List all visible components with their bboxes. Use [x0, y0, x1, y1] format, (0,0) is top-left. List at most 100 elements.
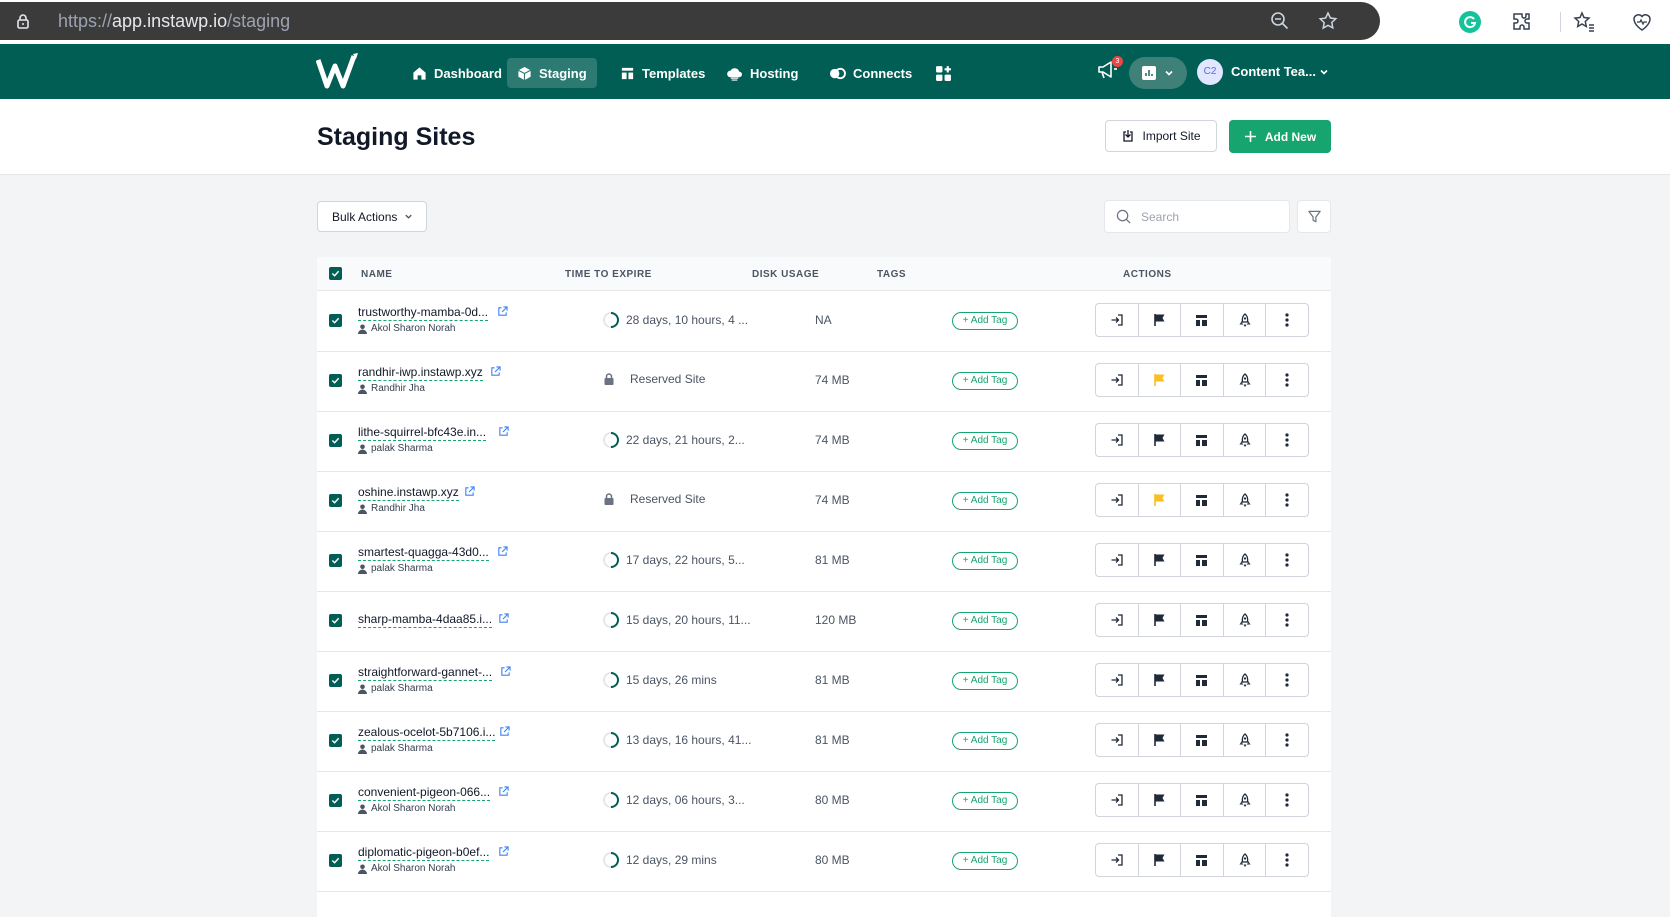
dashboard-button[interactable] [1181, 484, 1224, 516]
site-name-link[interactable]: smartest-quagga-43d0... [358, 545, 489, 561]
go-live-button[interactable] [1224, 364, 1267, 396]
flag-button[interactable] [1139, 304, 1182, 336]
more-options-button[interactable] [1266, 424, 1308, 456]
row-checkbox[interactable] [329, 554, 342, 567]
grammarly-icon[interactable] [1458, 10, 1482, 34]
stats-dropdown-button[interactable] [1129, 57, 1187, 89]
nav-apps-grid[interactable] [925, 58, 969, 88]
more-options-button[interactable] [1266, 364, 1308, 396]
site-name-link[interactable]: straightforward-gannet-... [358, 665, 493, 681]
external-link-icon[interactable] [498, 786, 509, 797]
external-link-icon[interactable] [500, 666, 511, 677]
login-button[interactable] [1096, 724, 1139, 756]
external-link-icon[interactable] [498, 426, 509, 437]
more-options-button[interactable] [1266, 724, 1308, 756]
login-button[interactable] [1096, 484, 1139, 516]
flag-button[interactable] [1139, 724, 1182, 756]
row-checkbox[interactable] [329, 854, 342, 867]
flag-button[interactable] [1139, 844, 1182, 876]
external-link-icon[interactable] [464, 486, 475, 497]
column-time-to-expire[interactable]: TIME TO EXPIRE [565, 269, 652, 280]
flag-button[interactable] [1139, 604, 1182, 636]
more-options-button[interactable] [1266, 844, 1308, 876]
login-button[interactable] [1096, 364, 1139, 396]
dashboard-button[interactable] [1181, 844, 1224, 876]
row-checkbox[interactable] [329, 794, 342, 807]
address-bar[interactable]: https://app.instawp.io/staging [0, 2, 1380, 40]
add-tag-button[interactable]: + Add Tag [952, 612, 1018, 630]
bookmark-star-icon[interactable] [1318, 11, 1338, 31]
add-tag-button[interactable]: + Add Tag [952, 312, 1018, 330]
column-disk-usage[interactable]: DISK USAGE [752, 269, 819, 280]
row-checkbox[interactable] [329, 314, 342, 327]
more-options-button[interactable] [1266, 664, 1308, 696]
nav-hosting[interactable]: Hosting [716, 58, 808, 88]
login-button[interactable] [1096, 304, 1139, 336]
row-checkbox[interactable] [329, 614, 342, 627]
row-checkbox[interactable] [329, 674, 342, 687]
user-menu-chevron-icon[interactable] [1318, 66, 1330, 78]
add-new-button[interactable]: Add New [1229, 120, 1331, 153]
site-name-link[interactable]: trustworthy-mamba-0d... [358, 305, 489, 321]
nav-connects[interactable]: Connects [819, 58, 922, 88]
login-button[interactable] [1096, 604, 1139, 636]
flag-button[interactable] [1139, 544, 1182, 576]
external-link-icon[interactable] [498, 613, 509, 624]
dashboard-button[interactable] [1181, 724, 1224, 756]
flag-button[interactable] [1139, 484, 1182, 516]
site-name-link[interactable]: oshine.instawp.xyz [358, 485, 459, 501]
go-live-button[interactable] [1224, 484, 1267, 516]
flag-button[interactable] [1139, 424, 1182, 456]
bulk-actions-dropdown[interactable]: Bulk Actions [317, 201, 427, 232]
add-tag-button[interactable]: + Add Tag [952, 552, 1018, 570]
favorites-icon[interactable] [1572, 10, 1596, 34]
search-input[interactable] [1139, 208, 1273, 225]
row-checkbox[interactable] [329, 434, 342, 447]
dashboard-button[interactable] [1181, 424, 1224, 456]
go-live-button[interactable] [1224, 784, 1267, 816]
row-checkbox[interactable] [329, 734, 342, 747]
login-button[interactable] [1096, 664, 1139, 696]
site-name-link[interactable]: convenient-pigeon-066... [358, 785, 491, 801]
nav-templates[interactable]: Templates [610, 58, 715, 88]
add-tag-button[interactable]: + Add Tag [952, 732, 1018, 750]
filter-button[interactable] [1297, 200, 1331, 233]
site-name-link[interactable]: lithe-squirrel-bfc43e.in... [358, 425, 487, 441]
go-live-button[interactable] [1224, 304, 1267, 336]
nav-dashboard[interactable]: Dashboard [402, 58, 512, 88]
external-link-icon[interactable] [490, 366, 501, 377]
flag-button[interactable] [1139, 784, 1182, 816]
add-tag-button[interactable]: + Add Tag [952, 372, 1018, 390]
user-avatar[interactable]: C2 [1197, 59, 1223, 85]
login-button[interactable] [1096, 844, 1139, 876]
go-live-button[interactable] [1224, 544, 1267, 576]
go-live-button[interactable] [1224, 604, 1267, 636]
external-link-icon[interactable] [497, 546, 508, 557]
go-live-button[interactable] [1224, 424, 1267, 456]
zoom-icon[interactable] [1270, 11, 1290, 31]
more-options-button[interactable] [1266, 784, 1308, 816]
login-button[interactable] [1096, 544, 1139, 576]
more-options-button[interactable] [1266, 484, 1308, 516]
select-all-checkbox[interactable] [329, 267, 342, 280]
extensions-icon[interactable] [1510, 10, 1534, 34]
site-name-link[interactable]: randhir-iwp.instawp.xyz [358, 365, 483, 381]
login-button[interactable] [1096, 784, 1139, 816]
dashboard-button[interactable] [1181, 364, 1224, 396]
dashboard-button[interactable] [1181, 604, 1224, 636]
add-tag-button[interactable]: + Add Tag [952, 852, 1018, 870]
flag-button[interactable] [1139, 364, 1182, 396]
login-button[interactable] [1096, 424, 1139, 456]
site-name-link[interactable]: zealous-ocelot-5b7106.i... [358, 725, 496, 741]
go-live-button[interactable] [1224, 724, 1267, 756]
more-options-button[interactable] [1266, 604, 1308, 636]
external-link-icon[interactable] [497, 306, 508, 317]
dashboard-button[interactable] [1181, 784, 1224, 816]
url-text[interactable]: https://app.instawp.io/staging [58, 11, 290, 32]
nav-staging[interactable]: Staging [507, 58, 597, 88]
external-link-icon[interactable] [499, 726, 510, 737]
user-name[interactable]: Content Tea... [1231, 64, 1316, 79]
health-icon[interactable] [1630, 10, 1654, 34]
instawp-logo[interactable] [316, 52, 362, 92]
dashboard-button[interactable] [1181, 304, 1224, 336]
